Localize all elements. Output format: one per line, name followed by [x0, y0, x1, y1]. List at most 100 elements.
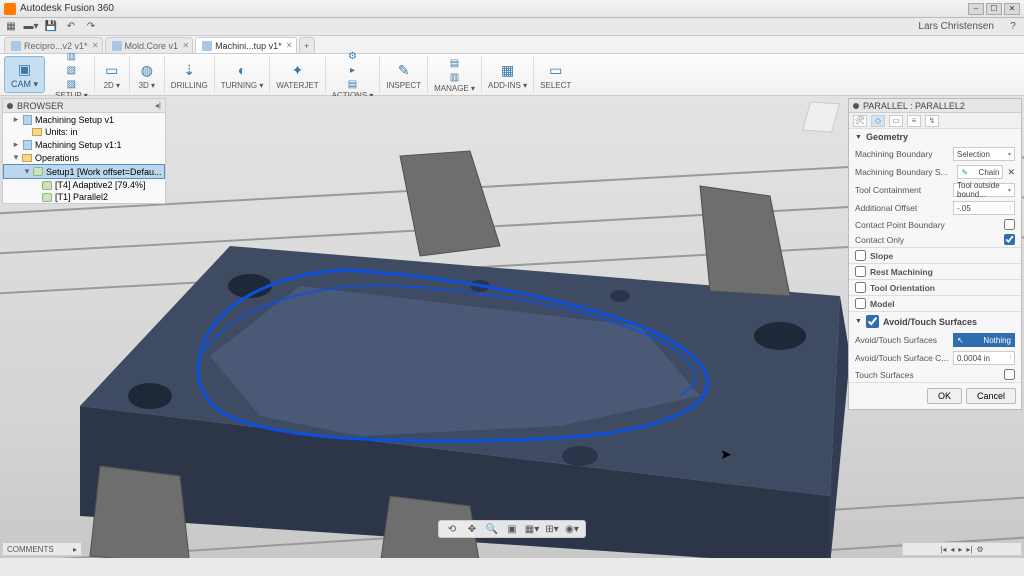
tab-passes-icon[interactable]: ≡ — [907, 115, 921, 127]
ribbon-2d[interactable]: ▭2D ▾ — [95, 56, 130, 93]
ribbon-label: ADD-INS ▾ — [488, 81, 527, 90]
ribbon-drilling[interactable]: ⇣DRILLING — [165, 56, 215, 93]
tree-item[interactable]: ▸ Machining Setup v1 — [3, 113, 165, 126]
properties-header[interactable]: PARALLEL : PARALLEL2 — [849, 99, 1021, 113]
section-header[interactable]: ▼Geometry — [849, 129, 1021, 145]
doc-tab[interactable]: Machini...tup v1*✕ — [195, 37, 297, 53]
user-name[interactable]: Lars Christensen — [918, 21, 1000, 32]
twisty-icon[interactable]: ▸ — [11, 139, 21, 150]
grid-icon[interactable]: ⊞▾ — [545, 522, 559, 536]
selector-avoid-surfaces[interactable]: ↖Nothing — [953, 333, 1015, 347]
checkbox-slope[interactable] — [855, 250, 866, 261]
tab-heights-icon[interactable]: ▭ — [889, 115, 903, 127]
close-button[interactable]: ✕ — [1004, 3, 1020, 15]
doc-icon — [11, 41, 21, 51]
grid-icon[interactable]: ▦ — [4, 20, 18, 34]
timeline-next-icon[interactable]: ▸| — [966, 545, 972, 554]
chain-selector[interactable]: ✎Chain — [957, 165, 1003, 179]
comments-bar[interactable]: COMMENTS▸ — [2, 542, 82, 556]
chevron-down-icon: ▼ — [855, 318, 862, 325]
clear-icon[interactable]: ✕ — [1007, 167, 1015, 178]
render-icon[interactable]: ◉▾ — [565, 522, 579, 536]
orbit-icon[interactable]: ⟲ — [445, 522, 459, 536]
browser-header[interactable]: BROWSER ◂| — [3, 99, 165, 113]
tree-item[interactable]: [T1] Parallel2 — [3, 191, 165, 203]
app-logo — [4, 3, 16, 15]
prop-row: Contact Only — [849, 232, 1021, 247]
tree-item[interactable]: ▾Operations — [3, 151, 165, 164]
maximize-button[interactable]: ☐ — [986, 3, 1002, 15]
value-text: 0.0004 in — [957, 354, 990, 363]
help-icon[interactable]: ? — [1006, 20, 1020, 34]
ribbon-actions[interactable]: ⚙▸▤ACTIONS ▾ — [326, 56, 381, 93]
twisty-icon[interactable]: ▾ — [11, 152, 21, 163]
pan-icon[interactable]: ✥ — [465, 522, 479, 536]
save-icon[interactable]: 💾 — [44, 20, 58, 34]
minimize-button[interactable]: – — [968, 3, 984, 15]
dropdown-boundary[interactable]: Selection▾ — [953, 147, 1015, 161]
ribbon-manage[interactable]: ▤▥MANAGE ▾ — [428, 56, 482, 93]
prop-row: Machining Boundary S...✎Chain✕ — [849, 163, 1021, 181]
spinner-icon[interactable]: ⦙ — [1010, 205, 1011, 212]
browser-title: BROWSER — [17, 101, 64, 111]
fit-icon[interactable]: ▣ — [505, 522, 519, 536]
workspace-selector[interactable]: ▣ CAM ▾ — [4, 56, 45, 93]
section-header[interactable]: ▼Avoid/Touch Surfaces — [849, 312, 1021, 331]
tree-label: [T4] Adaptive2 [79.4%] — [55, 180, 146, 190]
checkbox-touch[interactable] — [1004, 369, 1015, 380]
tree-item-selected[interactable]: ▾Setup1 [Work offset=Defau... — [3, 164, 165, 179]
doc-tab[interactable]: Recipro...v2 v1*✕ — [4, 37, 103, 53]
close-icon[interactable]: ✕ — [286, 41, 293, 50]
timeline-play-icon[interactable]: ▸ — [958, 545, 962, 554]
collapse-icon[interactable]: ◂| — [155, 101, 161, 110]
action-icon: ▤ — [344, 77, 362, 91]
tree-item[interactable]: [T4] Adaptive2 [79.4%] — [3, 179, 165, 191]
ribbon-3d[interactable]: ◍3D ▾ — [130, 56, 165, 93]
close-icon[interactable]: ✕ — [182, 41, 189, 50]
undo-icon[interactable]: ↶ — [64, 20, 78, 34]
ok-button[interactable]: OK — [927, 388, 962, 404]
tree-item[interactable]: Units: in — [3, 126, 165, 138]
checkbox-model[interactable] — [855, 298, 866, 309]
inspect-icon: ✎ — [393, 59, 415, 81]
tab-tool-icon[interactable]: 🛠 — [853, 115, 867, 127]
file-icon[interactable]: ▬▾ — [24, 20, 38, 34]
ribbon-turning[interactable]: ◐TURNING ▾ — [215, 56, 271, 93]
tab-geometry-icon[interactable]: ◇ — [871, 115, 885, 127]
input-offset[interactable]: -.05⦙ — [953, 201, 1015, 215]
checkbox-avoid[interactable] — [866, 315, 879, 328]
ribbon-inspect[interactable]: ✎INSPECT — [380, 56, 428, 93]
ribbon-waterjet[interactable]: ✦WATERJET — [270, 56, 325, 93]
twisty-icon[interactable]: ▸ — [11, 114, 21, 125]
close-icon[interactable]: ✕ — [92, 41, 99, 50]
expand-icon[interactable]: ▸ — [73, 545, 77, 554]
checkbox-contact-point[interactable] — [1004, 219, 1015, 230]
timeline-prev-icon[interactable]: ◂ — [950, 545, 954, 554]
tab-linking-icon[interactable]: ↯ — [925, 115, 939, 127]
tree-label: Machining Setup v1 — [35, 115, 114, 125]
twisty-icon[interactable]: ▾ — [22, 166, 32, 177]
timeline-settings-icon[interactable]: ⚙ — [977, 545, 984, 554]
checkbox-rest[interactable] — [855, 266, 866, 277]
input-clearance[interactable]: 0.0004 in ⦙ — [953, 351, 1015, 365]
tree-item[interactable]: ▸Machining Setup v1:1 — [3, 138, 165, 151]
timeline-start-icon[interactable]: |◂ — [940, 545, 946, 554]
section-slope: Slope — [849, 248, 1021, 264]
checkbox-contact-only[interactable] — [1004, 234, 1015, 245]
ribbon-addins[interactable]: ▦ADD-INS ▾ — [482, 56, 534, 93]
dropdown-containment[interactable]: Tool outside bound...▾ — [953, 183, 1015, 197]
ribbon-setup[interactable]: ▥▧▨SETUP ▾ — [49, 56, 95, 93]
ribbon-toolbar: ▣ CAM ▾ ▥▧▨SETUP ▾ ▭2D ▾ ◍3D ▾ ⇣DRILLING… — [0, 54, 1024, 96]
ribbon-select[interactable]: ▭SELECT — [534, 56, 577, 93]
chevron-down-icon: ▼ — [855, 134, 862, 141]
zoom-icon[interactable]: 🔍 — [485, 522, 499, 536]
view-cube[interactable] — [806, 102, 842, 138]
display-icon[interactable]: ▦▾ — [525, 522, 539, 536]
checkbox-orient[interactable] — [855, 282, 866, 293]
redo-icon[interactable]: ↷ — [84, 20, 98, 34]
cancel-button[interactable]: Cancel — [966, 388, 1016, 404]
add-tab-button[interactable]: + — [299, 37, 315, 53]
spinner-icon[interactable]: ⦙ — [1010, 355, 1011, 362]
drill-icon: ⇣ — [178, 59, 200, 81]
doc-tab[interactable]: Mold.Core v1✕ — [105, 37, 194, 53]
